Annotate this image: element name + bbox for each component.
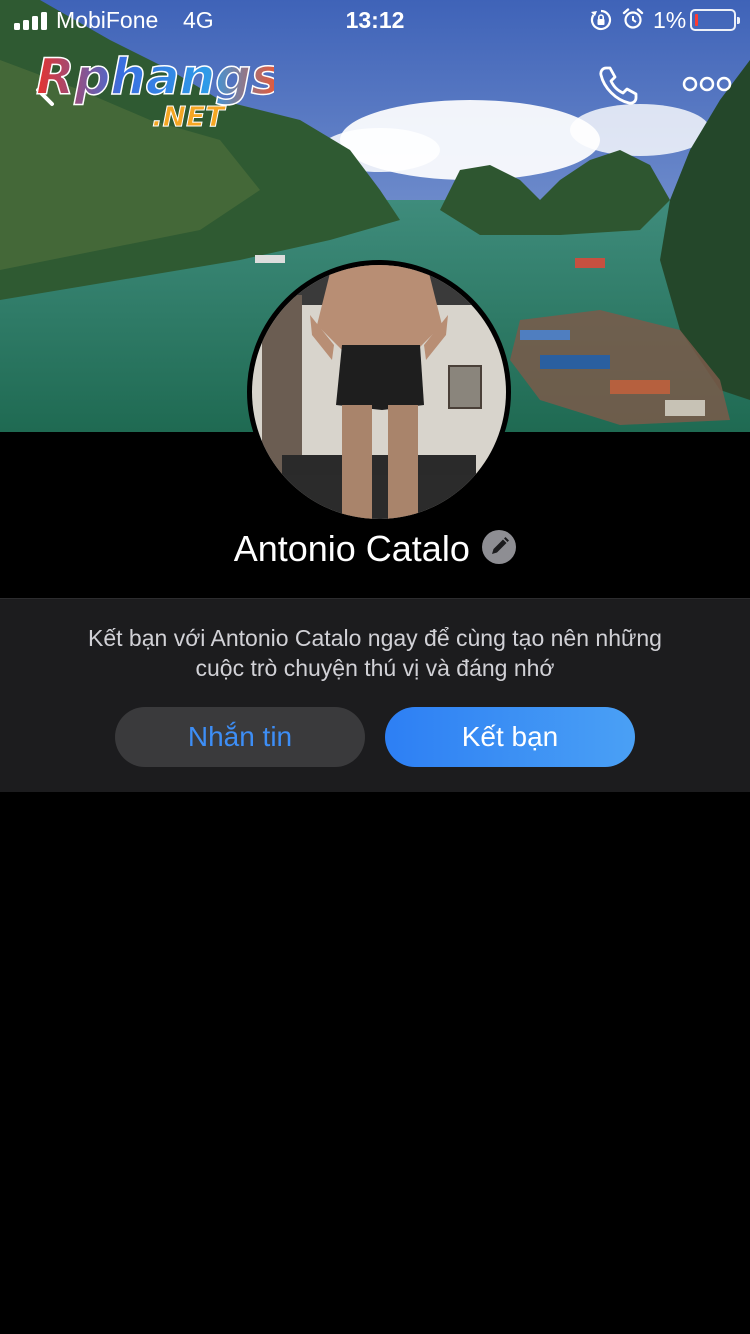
invite-message-line-2: cuộc trò chuyện thú vị và đáng nhớ [195,655,555,681]
pencil-icon[interactable] [482,530,517,564]
message-button[interactable]: Nhắn tin [115,707,365,767]
invite-message-line-1: Kết bạn với Antonio Catalo ngay để cùng … [88,625,662,651]
alarm-icon [622,8,644,29]
phone-icon[interactable] [596,64,640,108]
more-dots-icon[interactable] [682,72,732,96]
battery-icon [690,9,740,31]
rotation-lock-icon [590,9,612,31]
status-bar: MobiFone 4G 13:12 1% [0,0,750,40]
battery-level [695,14,698,26]
watermark-sub: .NET [152,100,226,133]
profile-name: Antonio Catalo [233,528,470,569]
battery-percent: 1% [653,7,687,33]
watermark-logo: Rphangs .NET [34,44,281,134]
add-friend-button[interactable]: Kết bạn [385,707,635,767]
avatar[interactable] [247,260,511,524]
avatar-photo [252,265,506,519]
profile-name-row: Antonio Catalo [0,528,750,578]
add-friend-panel: Kết bạn với Antonio Catalo ngay để cùng … [0,598,750,792]
invite-message: Kết bạn với Antonio Catalo ngay để cùng … [40,623,710,683]
watermark-main: Rphangs [36,48,274,106]
